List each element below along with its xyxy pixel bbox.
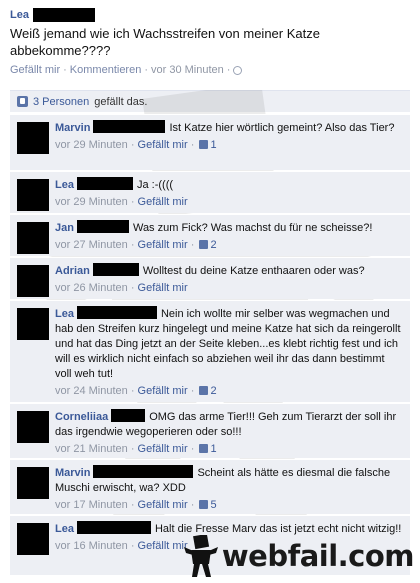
- comment-author[interactable]: Marvin: [55, 122, 90, 134]
- comment-time[interactable]: vor 29 Minuten: [55, 196, 128, 208]
- avatar[interactable]: [17, 467, 49, 499]
- comment-like-count[interactable]: 1: [210, 139, 216, 151]
- comment-author[interactable]: Marvin: [55, 467, 90, 479]
- comment-time[interactable]: vor 21 Minuten: [55, 443, 128, 455]
- separator: ·: [226, 64, 231, 76]
- comment-like-link[interactable]: Gefällt mir: [138, 540, 188, 552]
- thumbs-up-icon: [199, 500, 209, 509]
- redacted-name: [93, 465, 194, 478]
- webfail-logo: webfail.com: [183, 535, 415, 577]
- thumbs-up-icon: [199, 386, 209, 395]
- comment: Lea Ja :-(((( vor 29 Minuten · Gefällt mi…: [10, 171, 410, 213]
- avatar[interactable]: [17, 308, 49, 340]
- comment-time[interactable]: vor 26 Minuten: [55, 282, 128, 294]
- globe-icon: [233, 65, 243, 75]
- mascot-icon: [183, 535, 218, 577]
- redacted-name: [76, 220, 129, 233]
- comment: Marvin Scheint als hätte es diesmal die f…: [10, 459, 410, 514]
- avatar[interactable]: [17, 122, 49, 154]
- comment-text: Halt die Fresse Marv das ist jetzt echt …: [154, 523, 402, 535]
- comment-like-link[interactable]: Gefällt mir: [138, 239, 188, 251]
- post-text: Weiß jemand wie ich Wachsstreifen von me…: [10, 26, 320, 58]
- post-like-link[interactable]: Gefällt mir: [10, 64, 60, 76]
- comment-text: Ist Katze hier wörtlich gemeint? Also da…: [169, 122, 395, 134]
- avatar[interactable]: [17, 179, 49, 211]
- comment-time[interactable]: vor 17 Minuten: [55, 499, 128, 511]
- comment-like-link[interactable]: Gefällt mir: [138, 282, 188, 294]
- comment-author[interactable]: Lea: [55, 523, 74, 535]
- comment-time[interactable]: vor 16 Minuten: [55, 540, 128, 552]
- comment-time[interactable]: vor 29 Minuten: [55, 139, 128, 151]
- comment-like-count[interactable]: 2: [210, 385, 216, 397]
- post-author[interactable]: Lea: [10, 9, 29, 21]
- comment-author[interactable]: Jan: [55, 222, 74, 234]
- comment: Jan Was zum Fick? Was machst du für ne sc…: [10, 214, 410, 256]
- post-meta: Gefällt mir · Kommentieren · vor 30 Minu…: [10, 64, 410, 76]
- comment-like-link[interactable]: Gefällt mir: [138, 196, 188, 208]
- comment-author[interactable]: Corneliiaa: [55, 411, 108, 423]
- separator: ·: [144, 64, 149, 76]
- thumbs-up-icon: [199, 444, 209, 453]
- comment-like-link[interactable]: Gefällt mir: [138, 443, 188, 455]
- redacted-name: [76, 521, 151, 534]
- redacted-name: [111, 409, 146, 422]
- comment-time[interactable]: vor 24 Minuten: [55, 385, 128, 397]
- redacted-name: [93, 120, 166, 133]
- comment-text: Was zum Fick? Was machst du für ne schei…: [132, 222, 373, 234]
- separator: ·: [63, 64, 67, 76]
- redacted-name: [76, 306, 157, 319]
- post-header: Lea: [10, 8, 410, 22]
- comment: Marvin Ist Katze hier wörtlich gemeint? A…: [10, 114, 410, 170]
- avatar[interactable]: [17, 411, 49, 443]
- post-comment-link[interactable]: Kommentieren: [70, 64, 142, 76]
- post: Lea Weiß jemand wie ich Wachsstreifen vo…: [10, 8, 410, 76]
- comment-like-link[interactable]: Gefällt mir: [138, 499, 188, 511]
- comment-text: Wolltest du deine Katze enthaaren oder w…: [142, 265, 365, 277]
- comment-like-link[interactable]: Gefällt mir: [138, 385, 188, 397]
- comment: Adrian Wolltest du deine Katze enthaaren …: [10, 257, 410, 299]
- avatar[interactable]: [17, 523, 49, 555]
- comment-like-link[interactable]: Gefällt mir: [138, 139, 188, 151]
- comment: Corneliiaa OMG das arme Tier!!! Geh zum T…: [10, 403, 410, 458]
- comment-time[interactable]: vor 27 Minuten: [55, 239, 128, 251]
- redacted-name: [92, 263, 139, 276]
- webfail-wordmark: webfail.com: [221, 539, 415, 573]
- comment-author[interactable]: Lea: [55, 179, 74, 191]
- comment: Lea Nein ich wollte mir selber was wegmac…: [10, 300, 410, 402]
- thumbs-up-icon: [17, 96, 28, 107]
- comment-like-count[interactable]: 2: [210, 239, 216, 251]
- comment-like-count[interactable]: 5: [210, 499, 216, 511]
- redacted-name: [76, 177, 133, 190]
- comment-author[interactable]: Lea: [55, 308, 74, 320]
- avatar[interactable]: [17, 222, 49, 254]
- thumbs-up-icon: [199, 240, 209, 249]
- comment-text: Ja :-((((: [136, 179, 174, 191]
- avatar[interactable]: [17, 265, 49, 297]
- comment-author[interactable]: Adrian: [55, 265, 90, 277]
- thumbs-up-icon: [199, 140, 209, 149]
- comment-like-count[interactable]: 1: [210, 443, 216, 455]
- post-time[interactable]: vor 30 Minuten: [151, 64, 224, 76]
- redacted-name: [32, 8, 95, 22]
